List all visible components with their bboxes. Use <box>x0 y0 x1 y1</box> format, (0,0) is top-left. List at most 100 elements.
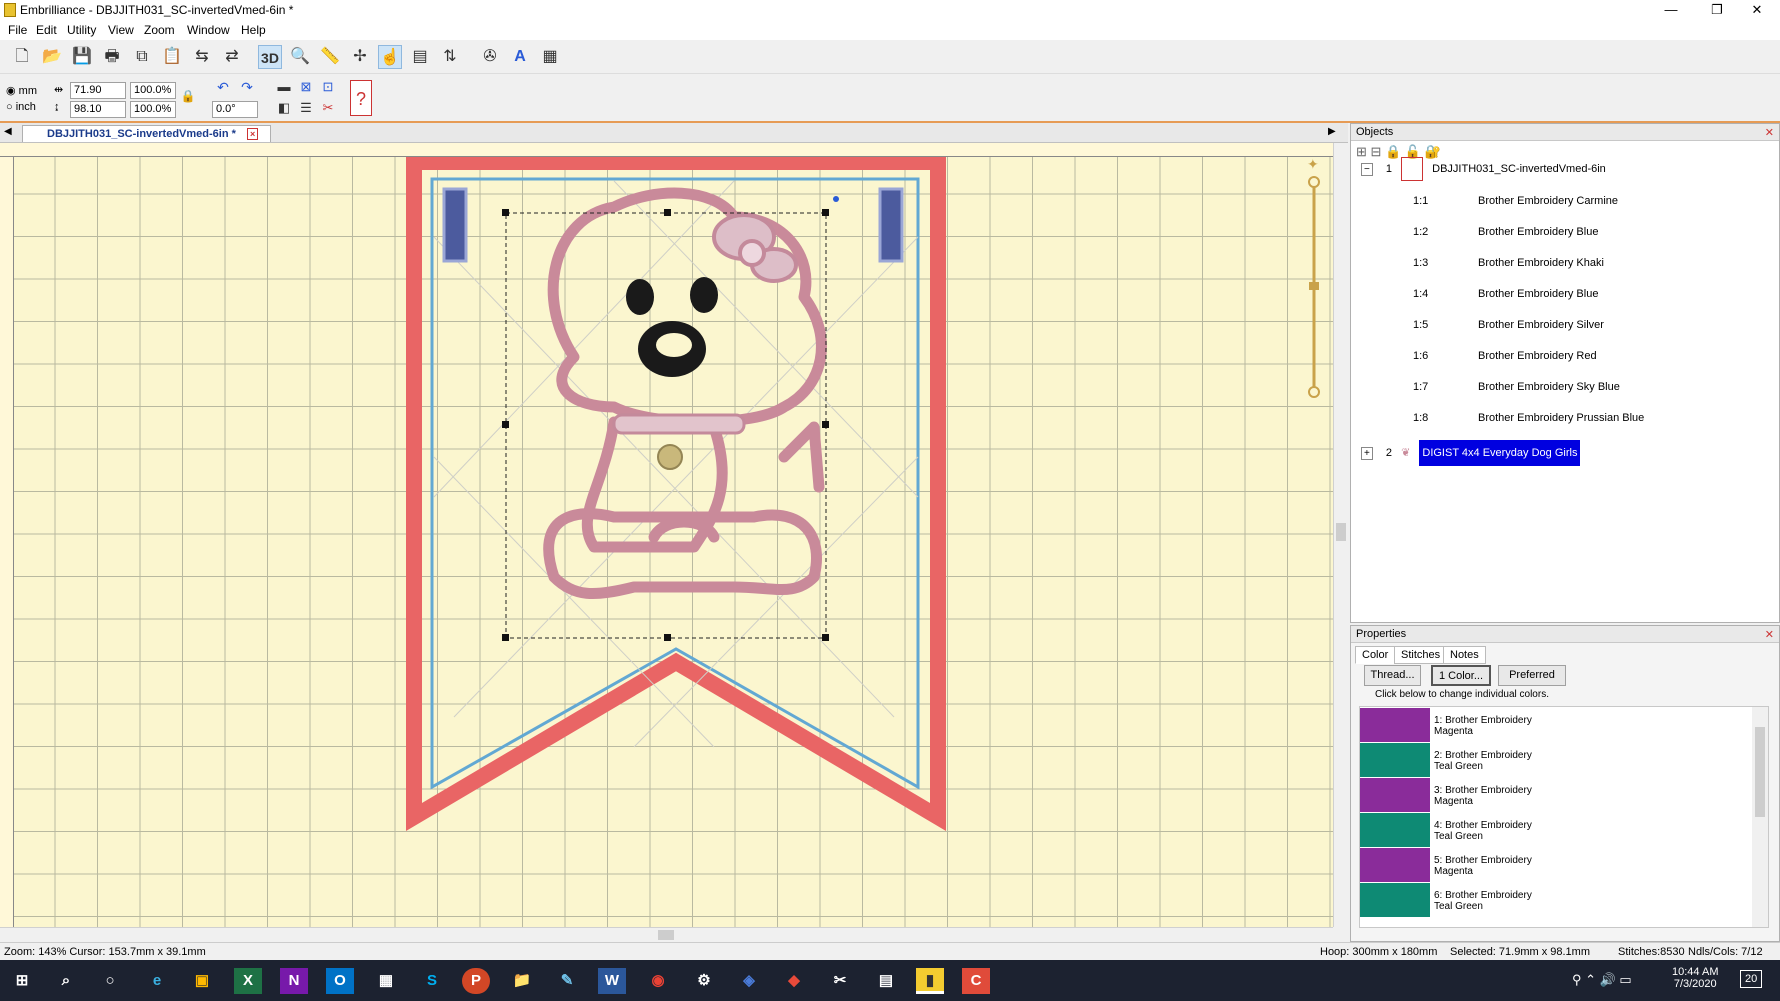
color-row[interactable]: 4: Brother Embroidery Teal Green <box>1360 813 1755 848</box>
snip-icon[interactable]: ✂ <box>826 968 854 994</box>
close-window-button[interactable]: ✕ <box>1734 0 1780 22</box>
tab-color[interactable]: Color <box>1355 646 1396 664</box>
vertical-scrollbar[interactable] <box>1333 143 1348 927</box>
chrome-icon[interactable]: ◉ <box>644 968 672 994</box>
properties-icon[interactable]: ▤ <box>408 45 432 69</box>
tab-document[interactable]: DBJJITH031_SC-invertedVmed-6in * × <box>22 125 272 142</box>
stitch-order-icon[interactable]: ⇅ <box>438 45 462 69</box>
design-canvas[interactable]: ✦ <box>14 157 1333 927</box>
list-item[interactable]: 1:2 Brother Embroidery Blue <box>1413 217 1773 248</box>
close-panel-icon[interactable]: ✕ <box>1765 126 1774 139</box>
list-item[interactable]: 1:3 Brother Embroidery Khaki <box>1413 248 1773 279</box>
color-row[interactable]: 2: Brother Embroidery Teal Green <box>1360 743 1755 778</box>
tree-group-1[interactable]: − 1 DBJJITH031_SC-invertedVmed-6in <box>1361 154 1606 185</box>
color-row[interactable]: 3: Brother Embroidery Magenta <box>1360 778 1755 813</box>
horizontal-scroll-thumb[interactable] <box>658 930 674 940</box>
open-folder-icon[interactable]: 📂 <box>40 45 64 69</box>
mirror-horizontal-icon[interactable]: ▬ <box>274 77 294 97</box>
one-color-button[interactable]: 1 Color... <box>1431 665 1491 686</box>
new-file-icon[interactable]: 🗋 <box>10 45 34 69</box>
list-item[interactable]: 1:5 Brother Embroidery Silver <box>1413 310 1773 341</box>
fit-to-hoop-icon[interactable]: ⊡ <box>318 77 338 97</box>
tray-icons[interactable]: ⚲ ⌃ 🔊 ▭ <box>1572 972 1632 988</box>
settings-icon[interactable]: ⚙ <box>690 968 718 994</box>
rotate-right-icon[interactable]: ↷ <box>236 77 258 97</box>
save-icon[interactable]: 💾 <box>70 45 94 69</box>
menu-edit[interactable]: Edit <box>30 23 63 37</box>
calculator-2-icon[interactable]: ▤ <box>872 968 900 994</box>
outlook-icon[interactable]: O <box>326 968 354 994</box>
color-swatch[interactable] <box>1360 743 1430 777</box>
file-explorer-icon[interactable]: 📁 <box>508 968 536 994</box>
minimize-button[interactable]: — <box>1648 0 1694 22</box>
rotation-field[interactable]: 0.0° <box>212 101 258 118</box>
collapse-icon[interactable]: − <box>1361 163 1373 176</box>
close-properties-icon[interactable]: ✕ <box>1765 628 1774 641</box>
color-swatch[interactable] <box>1360 778 1430 812</box>
rotate-left-icon[interactable]: ↶ <box>212 77 234 97</box>
print-icon[interactable]: 🖶 <box>100 45 124 69</box>
store-icon[interactable]: ▣ <box>188 968 216 994</box>
list-item[interactable]: 1:7 Brother Embroidery Sky Blue <box>1413 372 1773 403</box>
thread-button[interactable]: Thread... <box>1364 665 1421 686</box>
vertical-scroll-thumb[interactable] <box>1336 523 1346 541</box>
break-apart-icon[interactable]: ✂ <box>318 98 338 118</box>
tab-notes[interactable]: Notes <box>1443 646 1486 664</box>
align-icon[interactable]: ☰ <box>296 98 316 118</box>
calculator-icon[interactable]: ▦ <box>372 968 400 994</box>
width-field[interactable]: 71.90 <box>70 82 126 99</box>
menu-help[interactable]: Help <box>235 23 272 37</box>
notepad-icon[interactable]: ✎ <box>553 968 581 994</box>
thread-icon[interactable]: ✇ <box>478 45 502 69</box>
import-icon[interactable]: ⇆ <box>190 45 214 69</box>
preferred-button[interactable]: Preferred <box>1498 665 1566 686</box>
skype-icon[interactable]: S <box>418 968 446 994</box>
red-app-icon[interactable]: C <box>962 968 990 994</box>
list-item[interactable]: 1:1 Brother Embroidery Carmine <box>1413 186 1773 217</box>
word-icon[interactable]: W <box>598 968 626 994</box>
center-icon[interactable]: ⊠ <box>296 77 316 97</box>
color-swatch[interactable] <box>1360 848 1430 882</box>
tab-scroll-right-icon[interactable]: ▶ <box>1328 126 1336 137</box>
horizontal-scrollbar[interactable] <box>0 927 1333 942</box>
height-percent-field[interactable]: 100.0% <box>130 101 176 118</box>
edge-icon[interactable]: e <box>143 968 171 994</box>
color-swatch[interactable] <box>1360 708 1430 742</box>
color-swatch[interactable] <box>1360 813 1430 847</box>
app-icon-blue[interactable]: ◈ <box>735 968 763 994</box>
lock-aspect-icon[interactable]: 🔒 <box>180 87 196 105</box>
zoom-icon[interactable]: 🔍 <box>288 45 312 69</box>
list-item[interactable]: 1:8 Brother Embroidery Prussian Blue <box>1413 403 1773 434</box>
notification-badge[interactable]: 20 <box>1740 970 1763 988</box>
lettering-icon[interactable]: A <box>508 45 532 69</box>
copy-icon[interactable]: ⧉ <box>130 45 154 69</box>
list-item[interactable]: 1:6 Brother Embroidery Red <box>1413 341 1773 372</box>
ruler-icon[interactable]: 📏 <box>318 45 342 69</box>
task-view-icon[interactable]: ○ <box>96 968 124 994</box>
brave-icon[interactable]: ◆ <box>780 968 808 994</box>
menu-view[interactable]: View <box>102 23 140 37</box>
3d-view-icon[interactable]: 3D <box>258 45 282 69</box>
pointer-icon[interactable]: ☝ <box>378 45 402 69</box>
hoop-center-icon[interactable]: ✢ <box>348 45 372 69</box>
excel-icon[interactable]: X <box>234 968 262 994</box>
help-icon[interactable]: ? <box>350 80 372 116</box>
unit-mm-radio[interactable]: ◉ mm <box>6 84 37 97</box>
search-icon[interactable]: ⌕ <box>52 968 80 994</box>
embrilliance-taskbar-icon[interactable]: ▮ <box>916 968 944 994</box>
clock[interactable]: 10:44 AM 7/3/2020 <box>1672 966 1718 990</box>
expand-icon[interactable]: + <box>1361 447 1373 460</box>
menu-file[interactable]: File <box>2 23 33 37</box>
color-list-scroll-thumb[interactable] <box>1755 727 1765 817</box>
menu-utility[interactable]: Utility <box>61 23 102 37</box>
list-item[interactable]: 1:4 Brother Embroidery Blue <box>1413 279 1773 310</box>
tab-scroll-left-icon[interactable]: ◀ <box>4 126 12 137</box>
tree-group-2[interactable]: + 2 ❦ DIGIST 4x4 Everyday Dog Girls <box>1361 438 1581 469</box>
paste-icon[interactable]: 📋 <box>160 45 184 69</box>
onenote-icon[interactable]: N <box>280 968 308 994</box>
width-percent-field[interactable]: 100.0% <box>130 82 176 99</box>
unit-inch-radio[interactable]: ○ inch <box>6 101 36 113</box>
menu-window[interactable]: Window <box>181 23 236 37</box>
color-row[interactable]: 1: Brother Embroidery Magenta <box>1360 708 1755 743</box>
menu-zoom[interactable]: Zoom <box>138 23 181 37</box>
